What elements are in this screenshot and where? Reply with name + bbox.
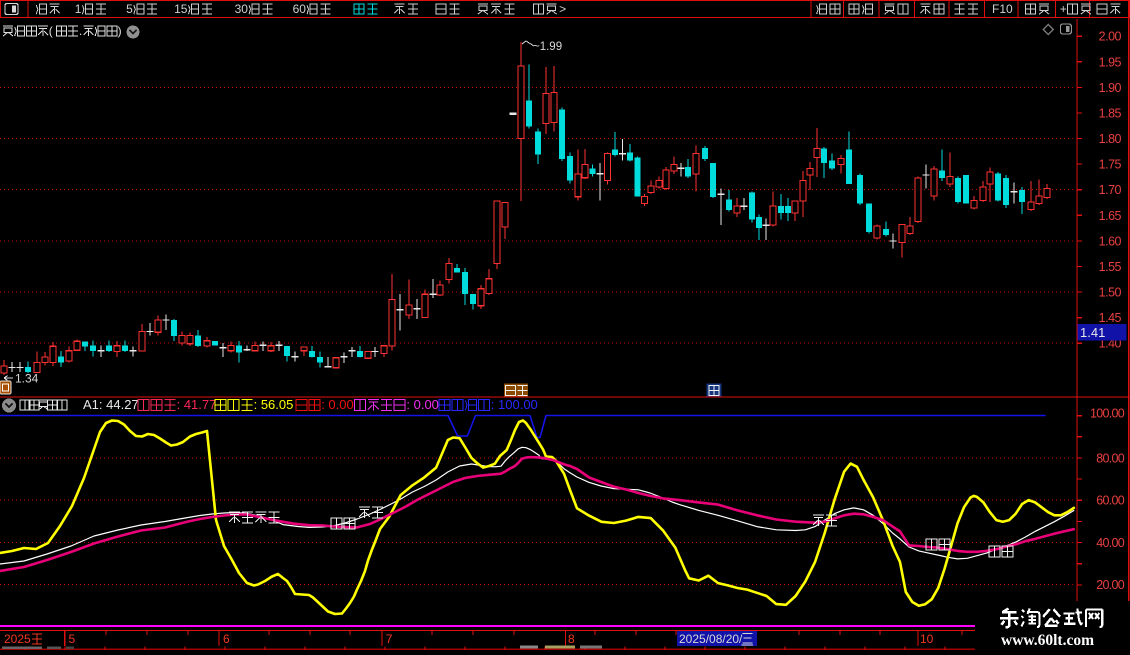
svg-text:1.60: 1.60 <box>1099 234 1122 248</box>
svg-text:~1.99: ~1.99 <box>533 41 562 53</box>
svg-text:2.00: 2.00 <box>1099 30 1122 44</box>
svg-text:2025: 2025 <box>4 632 31 646</box>
svg-text:1.85: 1.85 <box>1099 107 1122 121</box>
svg-text:: 0.00: : 0.00 <box>321 397 354 412</box>
svg-text:2025/08/20/: 2025/08/20/ <box>679 632 743 646</box>
svg-text:60: 60 <box>293 2 307 16</box>
svg-text:(: ( <box>49 24 53 38</box>
svg-text:: 56.05: : 56.05 <box>254 397 294 412</box>
svg-text:5: 5 <box>126 2 133 16</box>
svg-text:>: > <box>559 2 566 16</box>
svg-text:7: 7 <box>386 632 393 646</box>
svg-text:6: 6 <box>223 632 230 646</box>
svg-text:60.00: 60.00 <box>1096 494 1125 508</box>
svg-text:1.50: 1.50 <box>1099 286 1122 300</box>
svg-text:1.34: 1.34 <box>15 372 39 386</box>
svg-text:5: 5 <box>69 632 76 646</box>
svg-text:: 100.00: : 100.00 <box>491 397 538 412</box>
svg-text:40.00: 40.00 <box>1096 536 1125 550</box>
svg-text:1.55: 1.55 <box>1099 260 1122 274</box>
svg-text:1.90: 1.90 <box>1099 81 1122 95</box>
svg-text:A1: 44.27: A1: 44.27 <box>83 397 139 412</box>
svg-text:15: 15 <box>174 2 188 16</box>
svg-text:1.45: 1.45 <box>1099 311 1122 325</box>
svg-text:20.00: 20.00 <box>1096 578 1125 592</box>
svg-text:30: 30 <box>235 2 249 16</box>
svg-text:1.65: 1.65 <box>1099 209 1122 223</box>
svg-text:+: + <box>1060 2 1067 16</box>
svg-text:F10: F10 <box>992 2 1013 16</box>
svg-text:80.00: 80.00 <box>1096 451 1125 465</box>
svg-text:1.95: 1.95 <box>1099 55 1122 69</box>
svg-text:1: 1 <box>75 2 82 16</box>
svg-text:1.75: 1.75 <box>1099 158 1122 172</box>
svg-text:www.60lt.com: www.60lt.com <box>1001 632 1094 649</box>
svg-text:: 0.00: : 0.00 <box>406 397 439 412</box>
svg-text:10: 10 <box>920 632 934 646</box>
svg-text:1.70: 1.70 <box>1099 183 1122 197</box>
svg-text:.: . <box>79 24 82 38</box>
svg-text:1.41: 1.41 <box>1080 325 1105 340</box>
svg-text:1.80: 1.80 <box>1099 132 1122 146</box>
svg-text:: 41.77: : 41.77 <box>177 397 217 412</box>
svg-text:): ) <box>118 24 122 38</box>
svg-text:100.00: 100.00 <box>1090 407 1125 421</box>
svg-text:8: 8 <box>568 632 575 646</box>
